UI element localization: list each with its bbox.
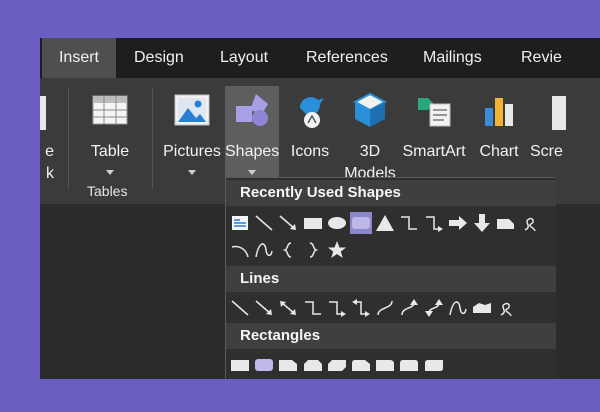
line-shape-icon[interactable]: [229, 297, 251, 319]
chevron-down-icon: [188, 170, 196, 175]
oval-shape-icon[interactable]: [326, 212, 348, 234]
left-brace-shape-icon[interactable]: [277, 239, 299, 261]
rectangle-shape-icon[interactable]: [229, 354, 251, 376]
freeform-scribble-shape-icon[interactable]: [519, 212, 541, 234]
cutoff-ribbon-button[interactable]: e k: [40, 86, 56, 196]
snip-single-corner-shape-icon[interactable]: [277, 354, 299, 376]
section-header-recent: Recently Used Shapes: [226, 180, 556, 206]
scribble-shape-icon[interactable]: [495, 297, 517, 319]
round-single-corner-shape-icon[interactable]: [374, 354, 396, 376]
tab-mailings[interactable]: Mailings: [423, 38, 482, 78]
rounded-rectangle-shape-icon[interactable]: [350, 212, 372, 234]
elbow-double-arrow-shape-icon[interactable]: [350, 297, 372, 319]
arrow-line-shape-icon[interactable]: [277, 212, 299, 234]
icons-icon: [300, 97, 324, 128]
triangle-shape-icon[interactable]: [374, 212, 396, 234]
arrow-shape-icon[interactable]: [253, 297, 275, 319]
tab-review[interactable]: Revie: [521, 38, 562, 78]
curved-connector-shape-icon[interactable]: [374, 297, 396, 319]
star-shape-icon[interactable]: [326, 239, 348, 261]
round-diagonal-shape-icon[interactable]: [423, 354, 445, 376]
curved-double-arrow-shape-icon[interactable]: [423, 297, 445, 319]
pictures-button[interactable]: Pictures: [160, 86, 224, 196]
screenshot-label: Scre: [530, 143, 563, 160]
curve-shape-icon[interactable]: [447, 297, 469, 319]
down-arrow-shape-icon[interactable]: [471, 212, 493, 234]
bar-chart-icon: [485, 98, 513, 126]
shapes-gallery: Recently Used Shapes Lines Rectangles: [225, 177, 556, 379]
group-label-tables: Tables: [87, 183, 128, 199]
tab-references[interactable]: References: [306, 38, 388, 78]
elbow-connector-shape-icon[interactable]: [302, 297, 324, 319]
shapes-label: Shapes: [225, 143, 280, 160]
section-header-lines: Lines: [226, 266, 556, 292]
freeform-shape-shape-icon[interactable]: [471, 297, 493, 319]
3d-models-label-1: 3D: [359, 143, 381, 160]
chart-label: Chart: [479, 143, 519, 160]
double-arrow-shape-icon[interactable]: [277, 297, 299, 319]
elbow-connector-shape-icon[interactable]: [398, 212, 420, 234]
rounded-rectangle-shape-icon[interactable]: [253, 354, 275, 376]
elbow-arrow-connector-shape-icon[interactable]: [326, 297, 348, 319]
round-same-side-shape-icon[interactable]: [398, 354, 420, 376]
cutoff-label-1: e: [45, 143, 54, 160]
snip-same-side-shape-icon[interactable]: [302, 354, 324, 376]
chevron-down-icon: [106, 170, 114, 175]
tab-insert[interactable]: Insert: [42, 38, 116, 78]
table-button[interactable]: Table: [80, 86, 140, 196]
table-icon: [92, 95, 128, 125]
section-header-rectangles: Rectangles: [226, 323, 556, 349]
snip-diagonal-shape-icon[interactable]: [326, 354, 348, 376]
smartart-icon: [418, 98, 451, 127]
right-arrow-shape-icon[interactable]: [447, 212, 469, 234]
picture-icon: [174, 94, 210, 126]
elbow-arrow-connector-shape-icon[interactable]: [423, 212, 445, 234]
screenshot-icon: [552, 96, 566, 130]
page-break-icon: [40, 96, 46, 130]
tab-design[interactable]: Design: [134, 38, 184, 78]
right-brace-shape-icon[interactable]: [302, 239, 324, 261]
tab-layout[interactable]: Layout: [220, 38, 268, 78]
snip-rectangle-shape-icon[interactable]: [495, 212, 517, 234]
pictures-label: Pictures: [163, 143, 221, 160]
ribbon-tab-bar: Insert Design Layout References Mailings…: [40, 38, 600, 78]
icons-label: Icons: [290, 143, 330, 160]
table-label: Table: [90, 143, 130, 160]
snip-round-single-shape-icon[interactable]: [350, 354, 372, 376]
word-window: Insert Design Layout References Mailings…: [40, 38, 600, 379]
arc-shape-icon[interactable]: [229, 239, 251, 261]
curved-arrow-connector-shape-icon[interactable]: [398, 297, 420, 319]
cutoff-label-2: k: [46, 165, 54, 182]
rectangle-shape-icon[interactable]: [302, 212, 324, 234]
ribbon-separator: [152, 88, 153, 188]
chevron-down-icon: [248, 170, 256, 175]
shapes-icon: [236, 94, 268, 126]
curve-shape-icon[interactable]: [253, 239, 275, 261]
ribbon-separator: [68, 88, 69, 188]
line-shape-icon[interactable]: [253, 212, 275, 234]
smartart-label: SmartArt: [402, 143, 466, 160]
3d-cube-icon: [352, 92, 388, 127]
text-box-shape-icon[interactable]: [229, 212, 251, 234]
